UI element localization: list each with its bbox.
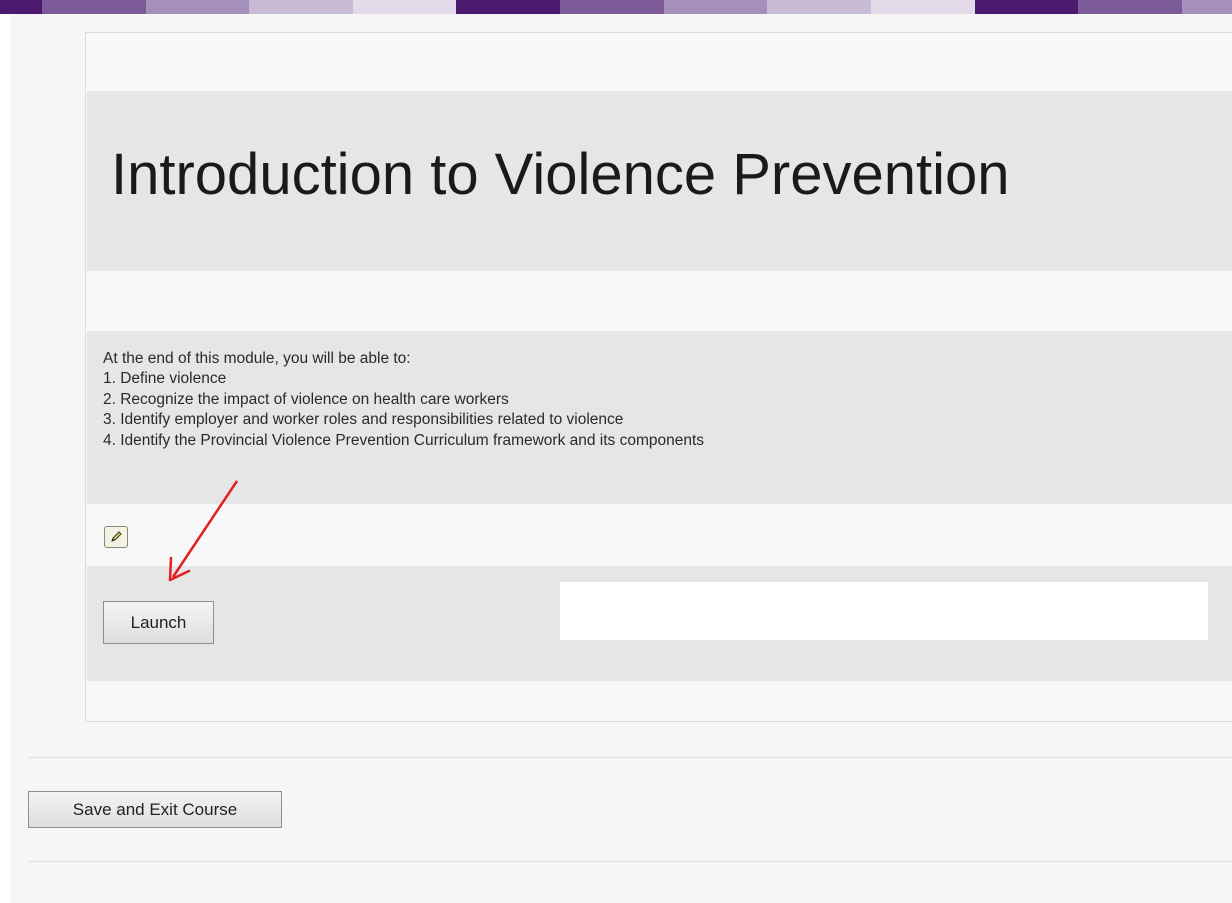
pencil-icon	[111, 531, 122, 542]
divider	[28, 861, 1232, 862]
stripe-segment	[1182, 0, 1232, 14]
objective-item: 4. Identify the Provincial Violence Prev…	[103, 431, 705, 449]
objective-item: 3. Identify employer and worker roles an…	[103, 411, 624, 429]
edit-button[interactable]	[104, 526, 128, 548]
stripe-segment	[1078, 0, 1183, 14]
divider	[28, 757, 1232, 758]
stripe-segment	[145, 0, 250, 14]
stripe-segment	[352, 0, 457, 14]
objectives-intro: At the end of this module, you will be a…	[103, 350, 411, 367]
stripe-segment	[560, 0, 664, 14]
objective-item: 1. Define violence	[103, 370, 227, 388]
header-stripe	[0, 0, 1232, 14]
page-title: Introduction to Violence Prevention	[111, 142, 1010, 207]
stripe-segment	[0, 0, 42, 14]
stripe-segment	[974, 0, 1079, 14]
stripe-segment	[871, 0, 975, 14]
objective-item: 2. Recognize the impact of violence on h…	[103, 390, 509, 408]
launch-button[interactable]: Launch	[103, 601, 214, 644]
save-and-exit-button[interactable]: Save and Exit Course	[28, 791, 282, 828]
stripe-segment	[249, 0, 353, 14]
stripe-segment	[456, 0, 561, 14]
learning-objectives: At the end of this module, you will be a…	[103, 349, 704, 451]
stripe-segment	[663, 0, 768, 14]
stripe-segment	[767, 0, 872, 14]
content-frame	[560, 582, 1208, 640]
stripe-segment	[41, 0, 146, 14]
